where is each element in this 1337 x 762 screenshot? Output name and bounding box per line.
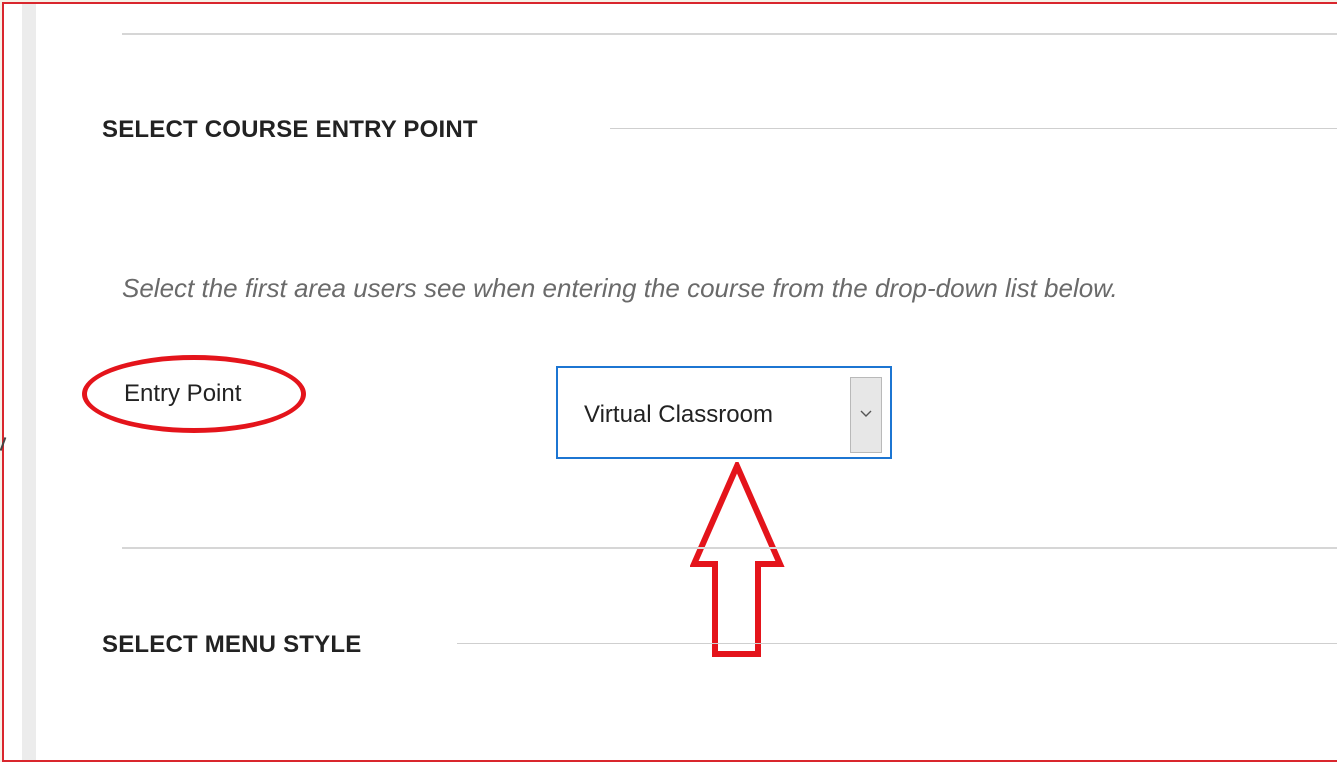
section-heading-course-entry-point: SELECT COURSE ENTRY POINT — [102, 116, 478, 143]
entry-point-instructions: Select the first area users see when ent… — [122, 273, 1118, 303]
section-heading-menu-style: SELECT MENU STYLE — [102, 631, 362, 658]
annotation-arrow — [690, 462, 785, 657]
entry-point-select[interactable]: Virtual Classroom — [556, 366, 892, 459]
entry-point-selected-value: Virtual Classroom — [584, 401, 773, 428]
heading-rule-menu-style — [457, 643, 1337, 644]
mid-divider — [122, 547, 1337, 549]
annotation-circle — [82, 355, 306, 433]
heading-rule-entry-point — [610, 128, 1337, 129]
left-sidebar-edge — [22, 4, 36, 760]
chevron-down-glyph — [860, 410, 872, 417]
top-divider — [122, 33, 1337, 35]
chevron-down-icon[interactable] — [850, 377, 882, 453]
